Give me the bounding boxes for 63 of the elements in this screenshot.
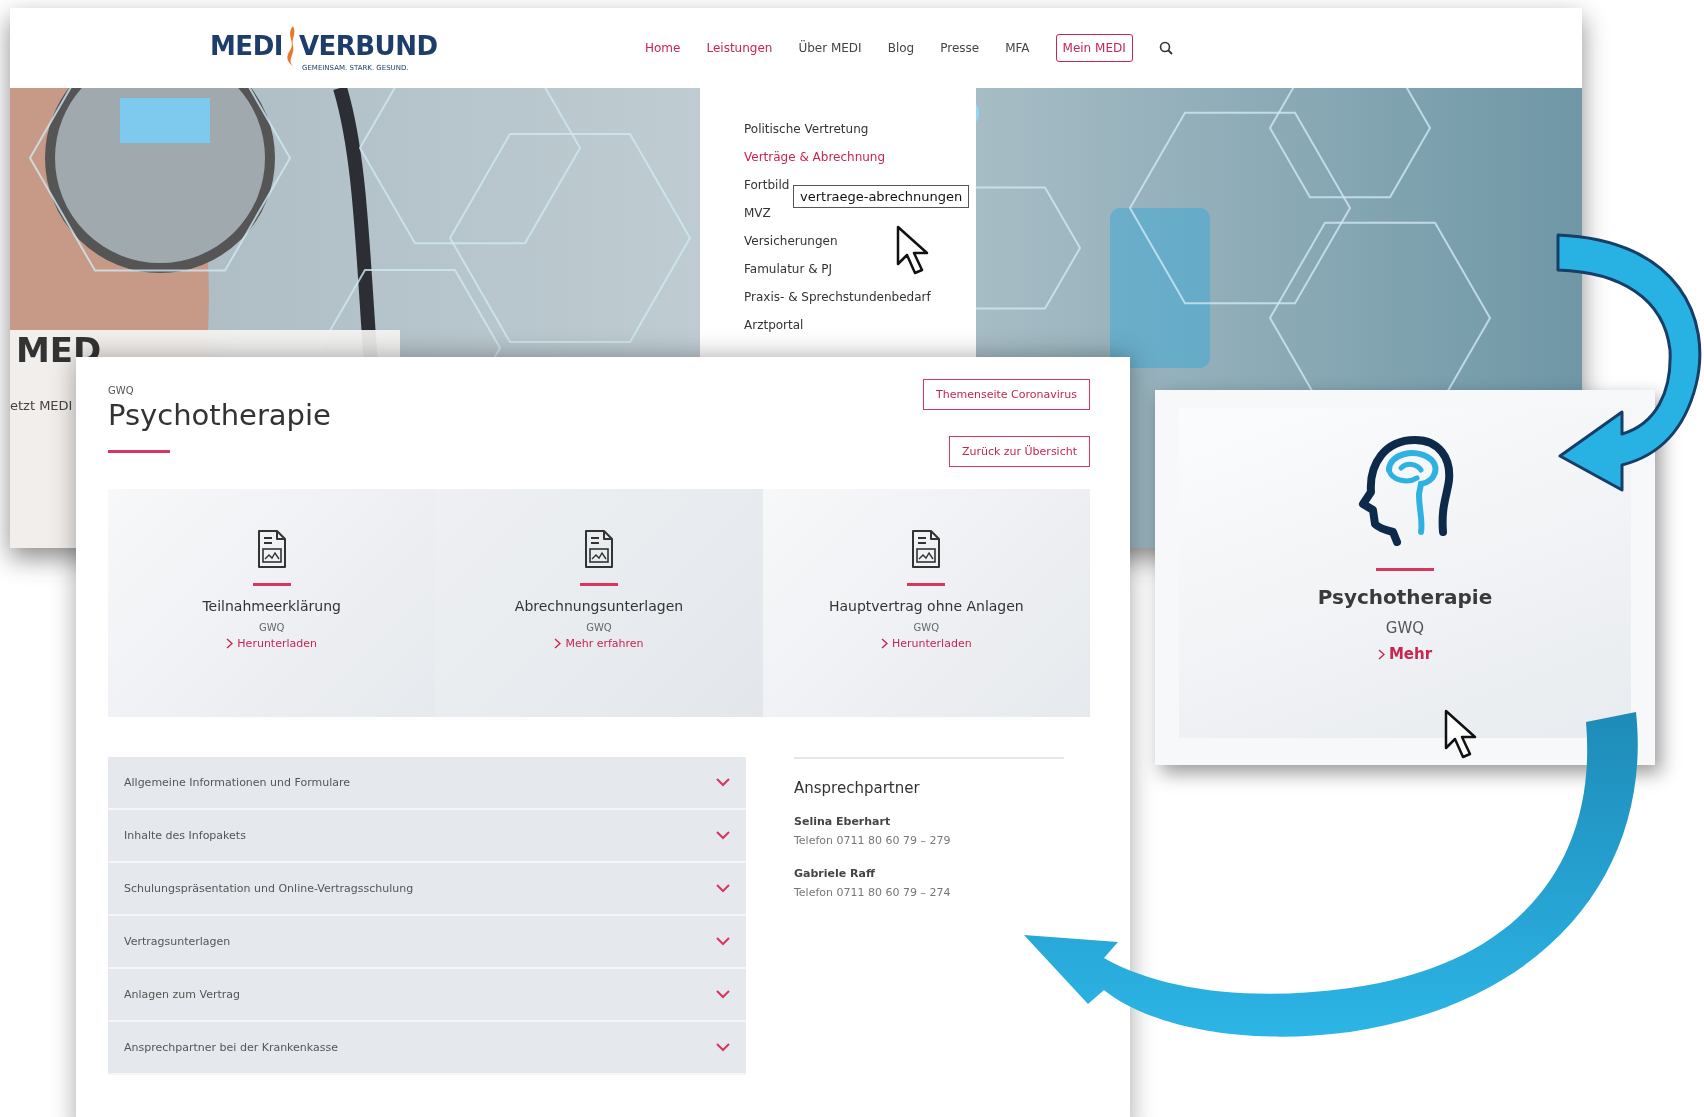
nav-link[interactable]: MFA — [1005, 41, 1030, 55]
card-link[interactable]: Mehr — [1377, 645, 1433, 663]
card-provider: GWQ — [913, 622, 940, 633]
contact-heading: Ansprechpartner — [794, 779, 921, 797]
contact-phone: Telefon 0711 80 60 79 – 274 — [794, 886, 952, 899]
card-provider: GWQ — [1385, 619, 1425, 637]
contact-name: Gabriele Raff — [794, 867, 876, 880]
menu-item[interactable]: Arztportal — [744, 316, 976, 334]
accent-line — [907, 583, 946, 586]
menu-item[interactable]: Verträge & Abrechnung — [744, 148, 976, 166]
outline-button[interactable]: Themenseite Coronavirus — [923, 379, 1090, 410]
menu-item[interactable]: Versicherungen — [744, 232, 976, 250]
card-title: Teilnahmeerklärung — [202, 598, 341, 614]
menu-item[interactable]: Politische Vertretung — [744, 120, 976, 138]
card-title: Abrechnungsunterlagen — [514, 598, 684, 614]
accordion-item[interactable]: Vertragsunterlagen — [108, 916, 746, 969]
contact-phone: Telefon 0711 80 60 79 – 279 — [794, 834, 952, 847]
card-title: Psychotherapie — [1317, 585, 1493, 609]
tooltip: vertraege-abrechnungen — [793, 185, 970, 208]
menu-item[interactable]: Famulatur & PJ — [744, 260, 976, 278]
hero-text: etzt MEDI — [10, 398, 73, 413]
category-label: GWQ — [108, 385, 135, 396]
document-icon — [911, 529, 942, 569]
card-provider: GWQ — [258, 622, 285, 633]
menu-item[interactable]: Praxis- & Sprechstundenbedarf — [744, 288, 976, 306]
accent-line — [1376, 568, 1434, 571]
document-icon — [584, 529, 614, 569]
accordion-label: Allgemeine Informationen und Formulare — [124, 776, 351, 789]
accordion-item[interactable]: Ansprechpartner bei der Krankenkasse — [108, 1022, 746, 1075]
accordion-label: Anlagen zum Vertrag — [124, 988, 240, 1001]
logo-text: VERBUND — [298, 31, 438, 61]
accordion-item[interactable]: Inhalte des Infopakets — [108, 810, 746, 863]
document-icon — [256, 529, 287, 569]
logo-text: MEDI — [210, 31, 283, 61]
accent-line — [580, 583, 618, 586]
chevron-icon — [881, 638, 888, 649]
account-button[interactable]: Mein MEDI — [1055, 34, 1133, 62]
accordion-label: Schulungspräsentation und Online-Vertragsschulung — [124, 882, 414, 895]
accordion-item[interactable]: Allgemeine Informationen und Formulare — [108, 757, 746, 810]
outline-button[interactable]: Zurück zur Übersicht — [948, 436, 1090, 467]
nav-link[interactable]: Home — [645, 41, 681, 55]
nav-link[interactable]: Leistungen — [706, 41, 773, 55]
card-provider: GWQ — [586, 622, 612, 633]
card-link[interactable]: Herunterladen — [881, 637, 972, 650]
accordion-label: Inhalte des Infopakets — [124, 829, 246, 842]
page-title: Psychotherapie — [108, 398, 331, 432]
accordion-item[interactable]: Schulungspräsentation und Online-Vertragsschulung — [108, 863, 746, 916]
accordion-item[interactable]: Anlagen zum Vertrag — [108, 969, 746, 1022]
nav-link[interactable]: Presse — [940, 41, 980, 55]
contact-name: Selina Eberhart — [794, 815, 892, 828]
chevron-icon — [1377, 648, 1385, 660]
nav-link[interactable]: Über MEDI — [798, 41, 862, 55]
search-icon[interactable] — [1158, 41, 1173, 55]
nav-link[interactable]: Blog — [887, 41, 915, 55]
accordion-label: Vertragsunterlagen — [124, 935, 231, 948]
card-link[interactable]: Mehr erfahren — [554, 637, 644, 650]
chevron-icon — [226, 638, 234, 649]
chevron-icon — [554, 638, 562, 649]
accordion-label: Ansprechpartner bei der Krankenkasse — [124, 1041, 338, 1054]
card-title: Hauptvertrag ohne Anlagen — [828, 598, 1024, 614]
accent-line — [252, 583, 291, 586]
card-link[interactable]: Herunterladen — [226, 637, 317, 650]
title-underline — [108, 450, 170, 453]
